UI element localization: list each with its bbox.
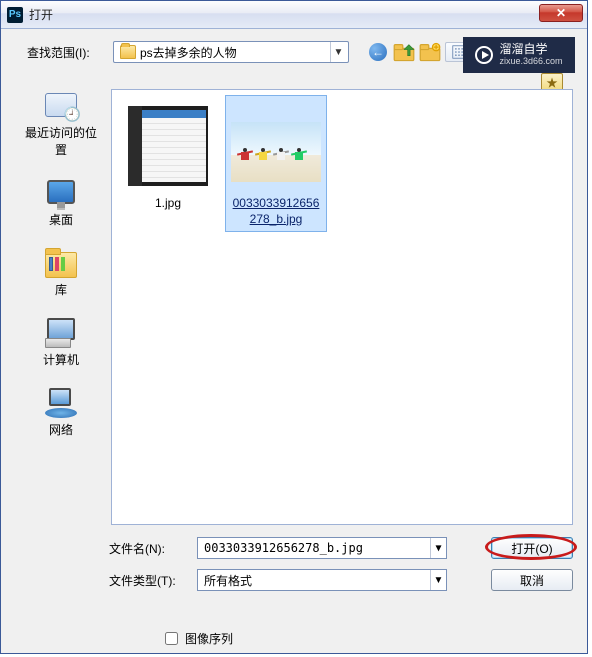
photoshop-icon: Ps [7, 7, 23, 23]
filename-dropdown-icon[interactable]: ▼ [430, 538, 446, 558]
bottom-form: 文件名(N): 0033033912656278_b.jpg ▼ 打开(O) 文… [109, 537, 573, 648]
network-icon [43, 386, 79, 418]
close-button[interactable]: ✕ [539, 4, 583, 22]
watermark-url: zixue.3d66.com [499, 57, 562, 67]
filetype-combo[interactable]: 所有格式 ▼ [197, 569, 447, 591]
file-item[interactable]: 1.jpg [118, 96, 218, 216]
watermark-brand: 溜溜自学 [499, 43, 562, 56]
nav-newfolder-button[interactable] [419, 42, 441, 62]
file-name-label: 1.jpg [122, 196, 214, 212]
lookin-combo[interactable]: ps去掉多余的人物 ▼ [113, 41, 349, 63]
place-desktop[interactable]: 桌面 [21, 176, 101, 228]
open-button[interactable]: 打开(O) [491, 537, 573, 559]
filename-label: 文件名(N): [109, 540, 187, 557]
file-item-selected[interactable]: 0033033912656278_b.jpg [226, 96, 326, 231]
open-dialog: Ps 打开 ✕ 查找范围(I): ps去掉多余的人物 ▼ ← [0, 0, 588, 654]
file-name-label: 0033033912656278_b.jpg [230, 196, 322, 227]
filetype-dropdown-icon[interactable]: ▼ [430, 570, 446, 590]
filename-value: 0033033912656278_b.jpg [204, 541, 430, 555]
filetype-label: 文件类型(T): [109, 572, 187, 589]
window-title: 打开 [29, 6, 53, 23]
nav-back-button[interactable]: ← [367, 42, 389, 62]
image-sequence-label: 图像序列 [185, 630, 233, 647]
places-bar: 最近访问的位置 桌面 库 计算机 网络 [19, 89, 103, 438]
up-folder-icon [393, 41, 415, 63]
desktop-icon [43, 176, 79, 208]
lookin-label: 查找范围(I): [27, 44, 107, 61]
new-folder-icon [419, 41, 441, 63]
image-sequence-checkbox[interactable] [165, 632, 178, 645]
folder-icon [120, 45, 136, 59]
dialog-body: 查找范围(I): ps去掉多余的人物 ▼ ← [1, 29, 587, 81]
recent-places-icon [43, 89, 79, 121]
place-libraries[interactable]: 库 [21, 246, 101, 298]
file-list-pane[interactable]: 1.jpg 0033033912656278_b.jpg [111, 89, 573, 525]
file-thumbnail [122, 100, 214, 192]
place-network-label: 网络 [49, 421, 73, 438]
lookin-dropdown-icon[interactable]: ▼ [330, 42, 346, 62]
filename-combo[interactable]: 0033033912656278_b.jpg ▼ [197, 537, 447, 559]
back-arrow-icon: ← [369, 43, 387, 61]
lookin-folder-name: ps去掉多余的人物 [140, 44, 330, 61]
place-network[interactable]: 网络 [21, 386, 101, 438]
computer-icon [43, 316, 79, 348]
filetype-value: 所有格式 [204, 572, 430, 589]
libraries-icon [43, 246, 79, 278]
place-recent[interactable]: 最近访问的位置 [21, 89, 101, 158]
filetype-row: 文件类型(T): 所有格式 ▼ 取消 [109, 569, 573, 591]
titlebar: Ps 打开 ✕ [1, 1, 587, 29]
nav-up-button[interactable] [393, 42, 415, 62]
place-desktop-label: 桌面 [49, 211, 73, 228]
place-libraries-label: 库 [55, 281, 67, 298]
place-recent-label: 最近访问的位置 [21, 124, 101, 158]
cancel-button[interactable]: 取消 [491, 569, 573, 591]
image-sequence-row: 图像序列 [161, 629, 573, 648]
place-computer-label: 计算机 [43, 351, 79, 368]
play-icon [475, 46, 493, 64]
file-thumbnail [230, 100, 322, 192]
watermark-badge: 溜溜自学 zixue.3d66.com [463, 37, 575, 73]
place-computer[interactable]: 计算机 [21, 316, 101, 368]
filename-row: 文件名(N): 0033033912656278_b.jpg ▼ 打开(O) [109, 537, 573, 559]
